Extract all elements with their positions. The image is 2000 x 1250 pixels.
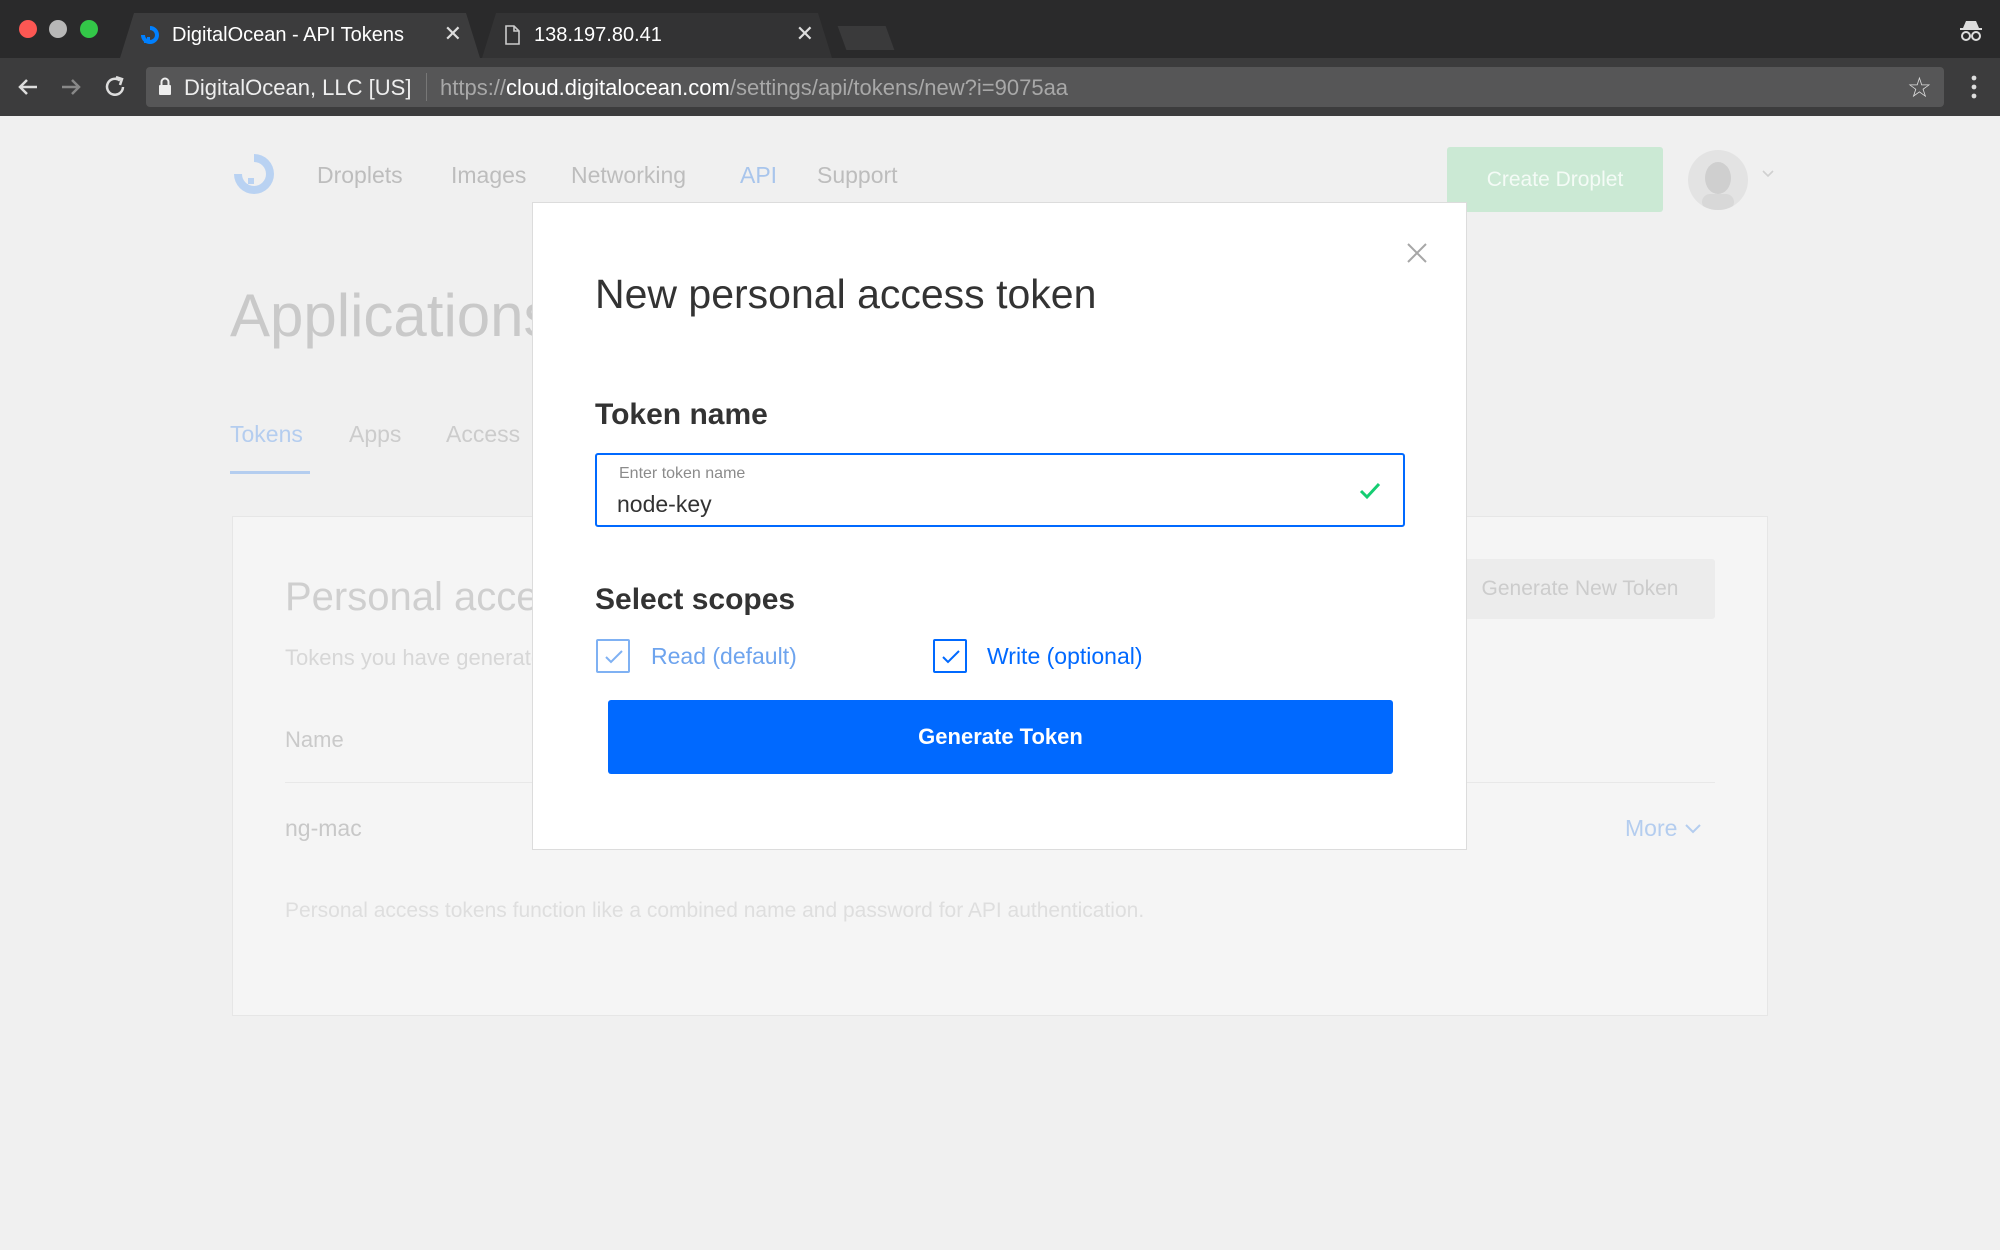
new-tab-button[interactable] bbox=[837, 26, 895, 50]
tab-close-icon[interactable]: ✕ bbox=[796, 21, 814, 47]
close-icon[interactable] bbox=[1405, 241, 1429, 265]
generate-new-token-button[interactable]: Generate New Token bbox=[1445, 559, 1715, 619]
avatar[interactable] bbox=[1688, 150, 1748, 210]
browser-tab-api-tokens[interactable]: DigitalOcean - API Tokens ✕ bbox=[120, 13, 480, 58]
tab-close-icon[interactable]: ✕ bbox=[444, 21, 462, 47]
document-icon bbox=[500, 23, 524, 47]
digitalocean-logo-icon[interactable] bbox=[230, 150, 278, 198]
forward-arrow-icon[interactable] bbox=[56, 72, 86, 102]
site-identity[interactable]: DigitalOcean, LLC [US] bbox=[184, 75, 411, 101]
panel-note: Personal access tokens function like a c… bbox=[285, 899, 1145, 922]
token-name-label: Token name bbox=[595, 398, 768, 431]
digitalocean-favicon-icon bbox=[138, 23, 162, 47]
reload-icon[interactable] bbox=[100, 72, 130, 102]
browser-tab-strip: DigitalOcean - API Tokens ✕ 138.197.80.4… bbox=[0, 0, 2000, 58]
write-scope-label[interactable]: Write (optional) bbox=[987, 643, 1143, 670]
incognito-icon bbox=[1960, 21, 1982, 41]
menu-dots-icon[interactable] bbox=[1964, 74, 1984, 100]
window-minimize-button[interactable] bbox=[49, 20, 67, 38]
active-tab-indicator bbox=[230, 471, 310, 474]
checkmark-icon bbox=[1359, 482, 1381, 500]
read-scope-label[interactable]: Read (default) bbox=[651, 643, 797, 670]
token-field-floating-label: Enter token name bbox=[619, 465, 746, 482]
create-droplet-button[interactable]: Create Droplet bbox=[1447, 147, 1663, 212]
generate-token-button[interactable]: Generate Token bbox=[608, 700, 1393, 774]
token-name-input[interactable] bbox=[617, 489, 1317, 519]
page-title: Applications bbox=[230, 282, 554, 349]
chevron-down-icon bbox=[1685, 824, 1701, 834]
address-bar[interactable]: DigitalOcean, LLC [US] https://cloud.dig… bbox=[146, 67, 1944, 107]
select-scopes-label: Select scopes bbox=[595, 583, 796, 616]
nav-images[interactable]: Images bbox=[451, 162, 526, 189]
tab-apps[interactable]: Apps bbox=[349, 421, 401, 448]
window-maximize-button[interactable] bbox=[80, 20, 98, 38]
token-row-name: ng-mac bbox=[285, 815, 362, 841]
nav-api[interactable]: API bbox=[740, 162, 777, 189]
tab-title: DigitalOcean - API Tokens bbox=[172, 24, 404, 46]
column-header-name: Name bbox=[285, 727, 344, 752]
tab-access[interactable]: Access bbox=[446, 421, 520, 448]
star-icon[interactable]: ☆ bbox=[1907, 71, 1932, 104]
read-scope-checkbox[interactable] bbox=[596, 639, 630, 673]
more-label: More bbox=[1625, 815, 1678, 841]
nav-networking[interactable]: Networking bbox=[571, 162, 686, 189]
modal-title: New personal access token bbox=[595, 271, 1097, 317]
checkmark-icon bbox=[942, 650, 960, 664]
browser-tab-ip[interactable]: 138.197.80.41 ✕ bbox=[482, 13, 832, 58]
lock-icon bbox=[159, 77, 171, 95]
checkmark-icon bbox=[605, 650, 623, 664]
back-arrow-icon[interactable] bbox=[13, 72, 43, 102]
chevron-down-icon[interactable] bbox=[1760, 166, 1776, 182]
tab-title: 138.197.80.41 bbox=[534, 24, 662, 46]
new-token-modal: New personal access token Token name Ent… bbox=[532, 202, 1467, 850]
write-scope-checkbox[interactable] bbox=[933, 639, 967, 673]
browser-toolbar: DigitalOcean, LLC [US] https://cloud.dig… bbox=[0, 58, 2000, 116]
token-row-more-button[interactable]: More bbox=[1625, 815, 1702, 842]
window-close-button[interactable] bbox=[19, 20, 37, 38]
nav-support[interactable]: Support bbox=[817, 162, 898, 189]
tab-tokens[interactable]: Tokens bbox=[230, 421, 303, 448]
nav-droplets[interactable]: Droplets bbox=[317, 162, 403, 189]
url-text[interactable]: https://cloud.digitalocean.com/settings/… bbox=[440, 75, 1068, 101]
token-name-field[interactable]: Enter token name bbox=[595, 453, 1405, 527]
address-separator bbox=[426, 73, 427, 101]
